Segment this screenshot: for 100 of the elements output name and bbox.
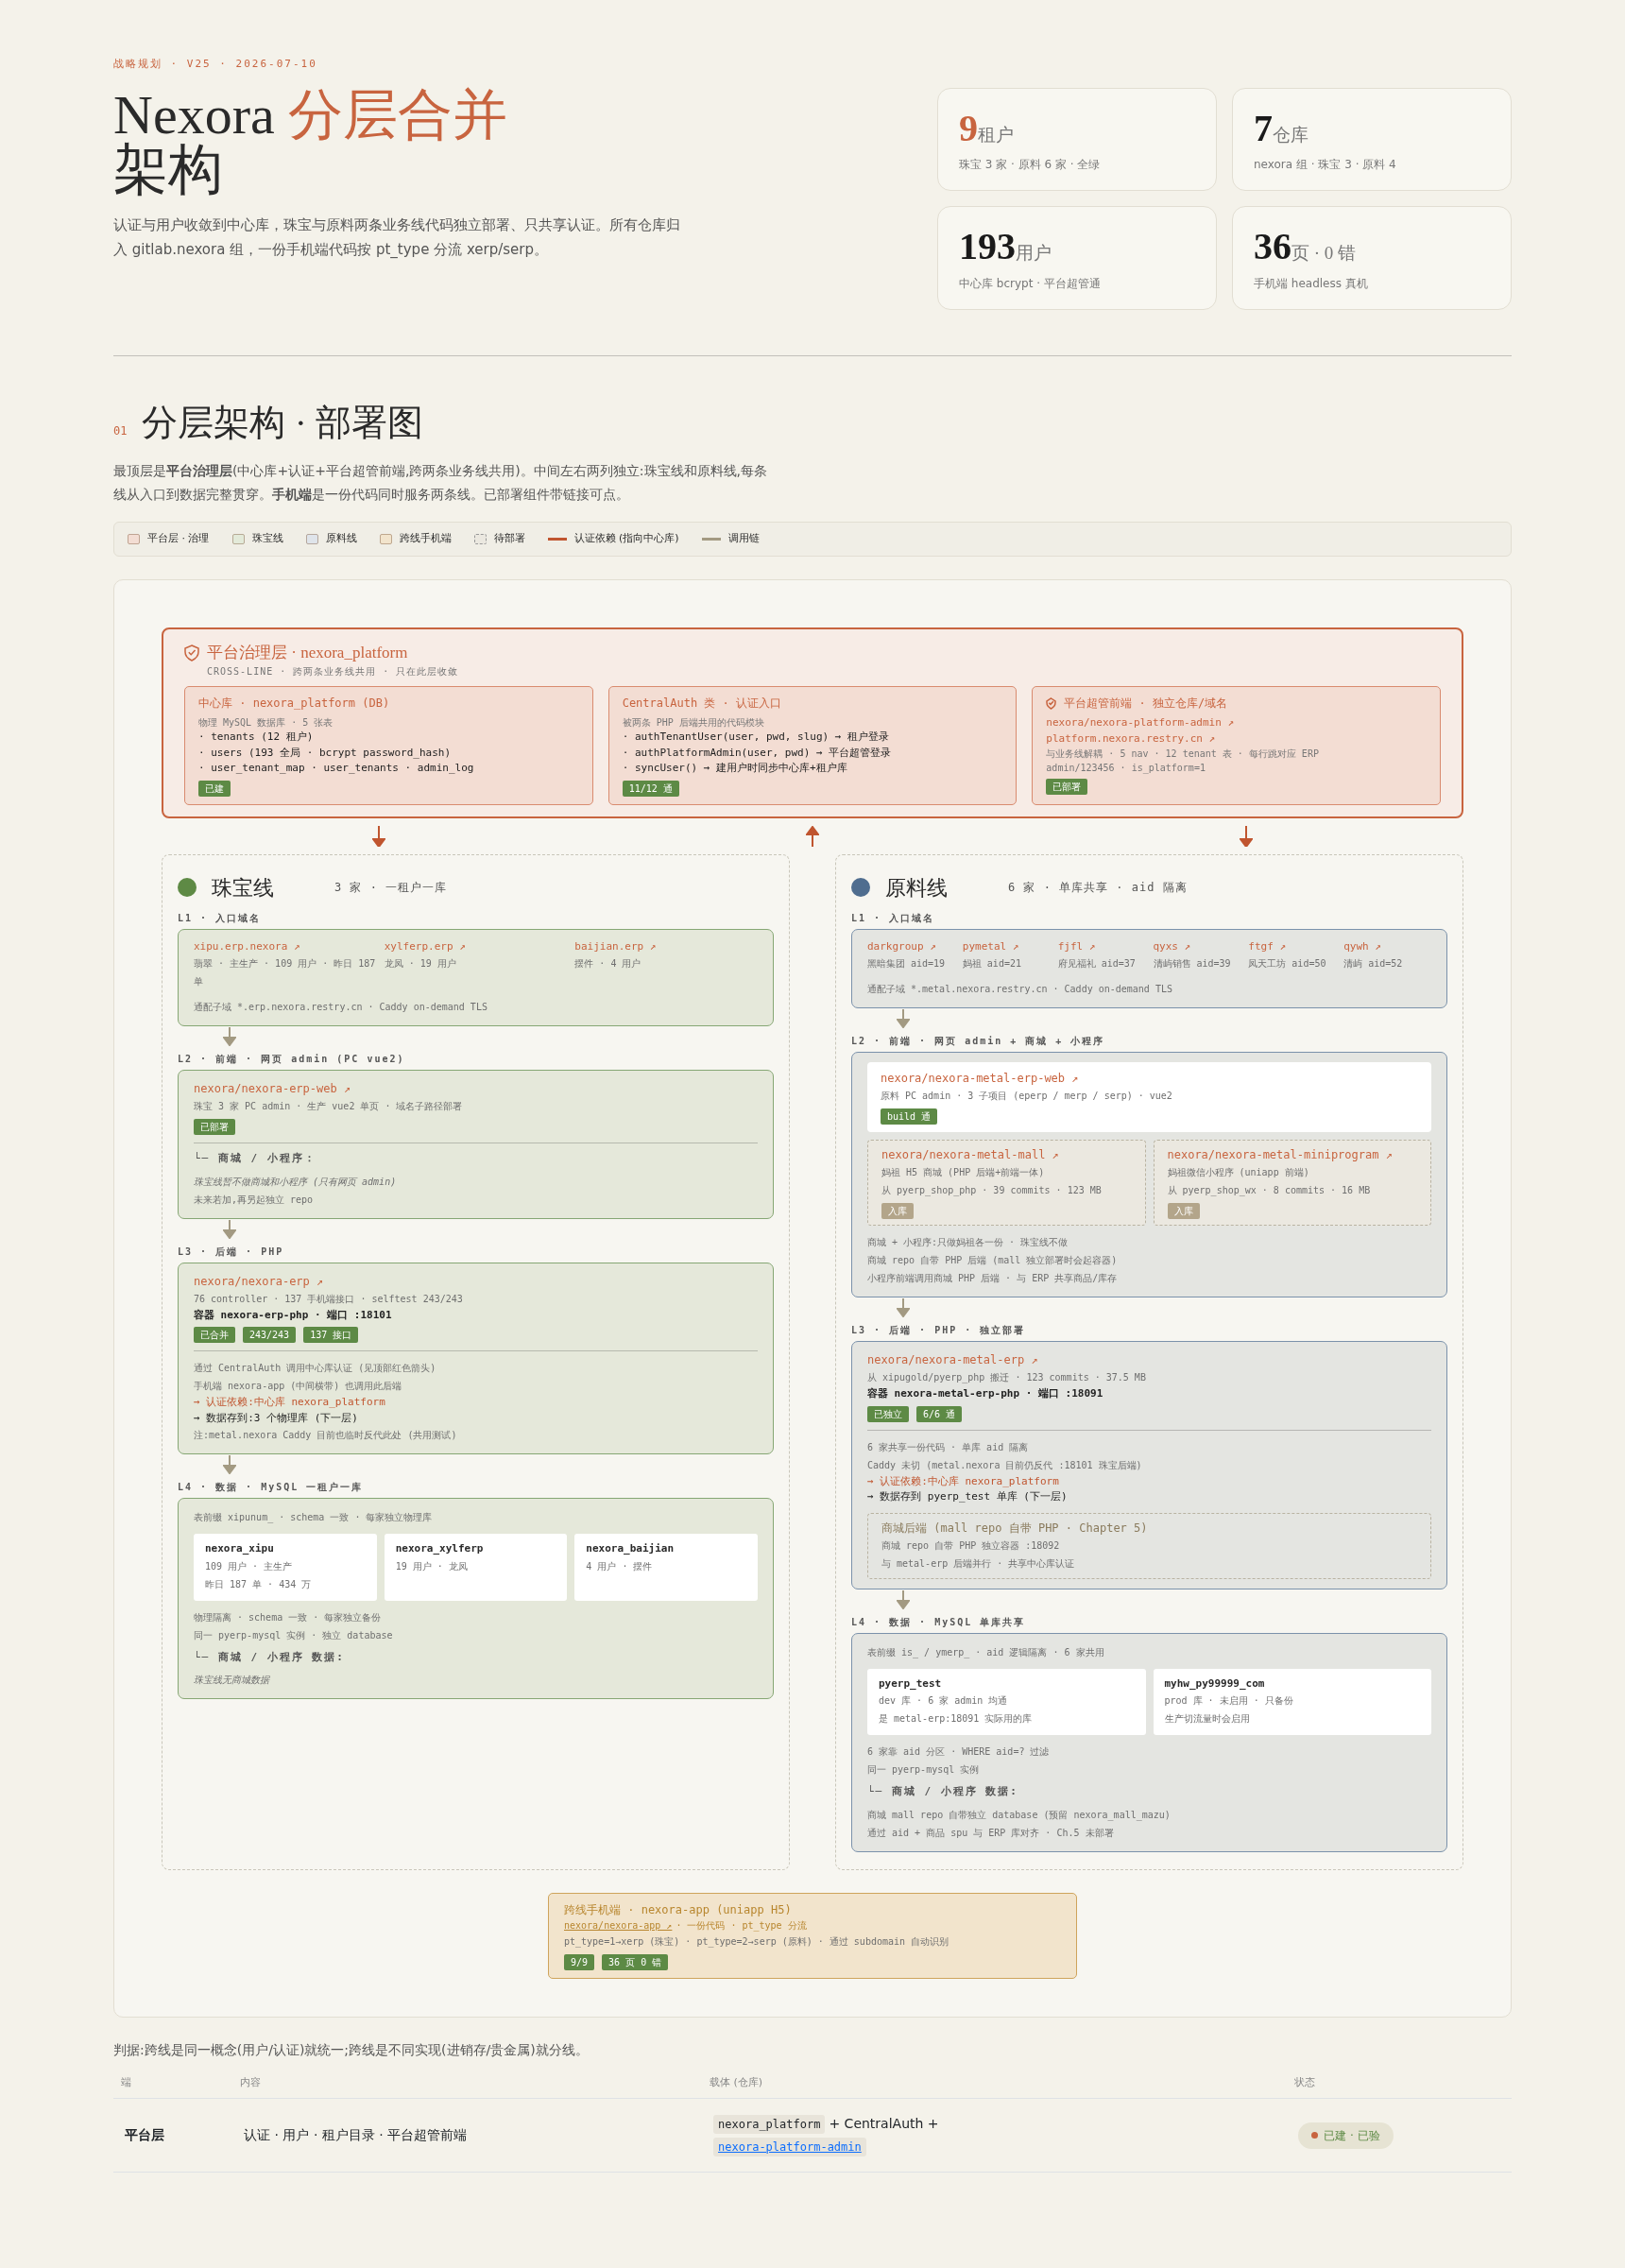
card-title: CentralAuth 类 · 认证入口: [622, 696, 782, 713]
repo-link[interactable]: nexora/nexora-app ↗: [564, 1917, 673, 1933]
note-text: 与 metal-erp 后端并行 · 共享中心库认证: [881, 1556, 1076, 1571]
status-tag: 36 页 0 错: [602, 1953, 669, 1970]
stat-unit: 仓库: [1273, 124, 1309, 145]
database-name: nexora_xipu: [205, 1541, 275, 1557]
layer-label: L4 · 数据 · MySQL 单库共享: [851, 1615, 1027, 1629]
subheading: └─ 商城 / 小程序：: [194, 1151, 317, 1167]
tenant-info: 府见福礼 aid=37: [1057, 957, 1137, 971]
container-info: 容器 nexora-erp-php · 端口 :18101: [194, 1307, 393, 1323]
domain-link[interactable]: fjfl ↗: [1057, 938, 1146, 955]
legend-label: 认证依赖 (指向中心库): [573, 531, 679, 547]
auth-arrow: [371, 825, 385, 847]
card-item: · syncUser() → 建用户时同步中心库+租户库: [622, 761, 848, 777]
domain-link[interactable]: darkgroup ↗: [867, 938, 955, 955]
legend-label: 平台层 · 治理: [147, 531, 210, 547]
domain-link[interactable]: xipu.erp.nexora ↗: [194, 938, 377, 955]
verdict-text: 判据:跨线是同一概念(用户/认证)就统一;跨线是不同实现(进销存/贵金属)就分线。: [113, 2040, 590, 2059]
repo-link[interactable]: platform.nexora.restry.cn ↗: [1046, 730, 1427, 747]
database-name: nexora_baijian: [586, 1541, 676, 1557]
data-note: → 数据存到 pyerp_test 单库 (下一层): [867, 1489, 1069, 1505]
repo-link[interactable]: nexora/nexora-metal-erp-web ↗: [881, 1070, 1418, 1088]
note-text: 表前缀 is_ / ymerp_ · aid 逻辑隔离 · 6 家共用: [867, 1645, 1105, 1660]
note-text: 同一 pyerp-mysql 实例 · 独立 database: [194, 1628, 394, 1642]
layer-label: L3 · 后端 · PHP: [178, 1245, 285, 1259]
column-header: 状态: [1287, 2067, 1512, 2099]
repo-link[interactable]: nexora-platform-admin: [713, 2138, 866, 2157]
repo-link[interactable]: nexora/nexora-metal-miniprogram ↗: [1167, 1146, 1417, 1164]
lane-title: 原料线: [885, 874, 948, 902]
card-item: · authPlatformAdmin(user, pwd) → 平台超管登录: [622, 745, 893, 761]
stat-value: 36: [1254, 225, 1291, 267]
repo-link[interactable]: nexora/nexora-metal-erp ↗: [867, 1351, 1431, 1369]
section-number: 01: [113, 422, 128, 439]
status-tag: build 通: [881, 1108, 938, 1125]
card-note: · 一份代码 · pt_type 分流: [676, 1918, 807, 1933]
stat-note: nexora 组 · 珠宝 3 · 原料 4: [1254, 157, 1397, 173]
stat-note: 中心库 bcrypt · 平台超管通: [959, 275, 1102, 292]
database-info: dev 库 · 6 家 admin 均通: [879, 1694, 1009, 1709]
card-item: · users (193 全局 · bcrypt password_hash): [198, 745, 453, 761]
auth-note: → 认证依赖:中心库 nexora_platform: [867, 1473, 1060, 1489]
database-info: 4 用户 · 摆件: [586, 1559, 654, 1573]
repo-link[interactable]: nexora/nexora-erp-web ↗: [194, 1080, 758, 1098]
note-text: 商城 + 小程序:只做妈祖各一份 · 珠宝线不做: [867, 1236, 1069, 1250]
database-name: nexora_xylferp: [395, 1541, 485, 1557]
code-tag: nexora_platform: [713, 2114, 826, 2134]
database-info: 109 用户 · 主生产: [205, 1559, 294, 1573]
status-tag: 入库: [881, 1203, 914, 1220]
status-tag: 9/9: [564, 1953, 595, 1970]
lane-title: 珠宝线: [212, 874, 274, 902]
lane-summary: 3 家 · 一租户一库: [334, 880, 448, 897]
subheading: └─ 商城 / 小程序 数据:: [867, 1784, 1019, 1800]
repo-note: 原料 PC admin · 3 子项目 (eperp / merp / serp) · vue2: [881, 1090, 1173, 1104]
database-info: 昨日 187 单 · 434 万: [205, 1577, 313, 1591]
column-header: 内容: [232, 2067, 703, 2099]
domain-link[interactable]: xylferp.erp ↗: [384, 938, 568, 955]
table-cell: 平台层: [113, 2098, 233, 2173]
note-text: 商城 mall repo 自带独立 database (预留 nexora_mall_mazu): [867, 1808, 1172, 1823]
shield-icon: [1046, 696, 1057, 710]
layer-label: L2 · 前端 · 网页 admin (PC vue2): [178, 1053, 406, 1067]
domain-link[interactable]: pymetal ↗: [962, 938, 1051, 955]
domain-link[interactable]: qyxs ↗: [1153, 938, 1241, 955]
stat-note: 手机端 headless 真机: [1254, 275, 1369, 292]
tenant-info: 妈祖 aid=21: [962, 957, 1022, 971]
auth-note: → 认证依赖:中心库 nexora_platform: [194, 1395, 386, 1411]
domain-link[interactable]: qywh ↗: [1343, 938, 1431, 955]
repo-link[interactable]: nexora/nexora-platform-admin ↗: [1046, 715, 1427, 731]
call-arrow: [897, 1298, 910, 1318]
repo-link[interactable]: nexora/nexora-metal-mall ↗: [881, 1146, 1132, 1164]
note-text: 通配子域 *.metal.nexora.restry.cn · Caddy on-demand TLS: [867, 983, 1173, 997]
status-tag: 入库: [1167, 1203, 1200, 1220]
legend-label: 跨线手机端: [399, 531, 452, 547]
container-info: 容器 nexora-metal-erp-php · 端口 :18091: [867, 1386, 1104, 1402]
card-note: 与业务线解耦 · 5 nav · 12 tenant 表 · 每行跳对应 ERP: [1046, 747, 1320, 762]
repo-note: 妈祖微信小程序 (uniapp 前端): [1167, 1166, 1310, 1180]
tenant-info: 摆件 · 4 用户: [574, 957, 642, 971]
status-tag: 已部署: [1046, 779, 1088, 796]
card-note: 物理 MySQL 数据库 · 5 张表: [198, 716, 334, 730]
stat-unit: 租户: [978, 124, 1014, 145]
domain-link[interactable]: ftgf ↗: [1248, 938, 1337, 955]
card-note: pt_type=1→xerp (珠宝) · pt_type=2→serp (原料) · 通过 subdomain 自动识别: [564, 1934, 950, 1950]
card-title: 平台超管前端 · 独立仓库/域名: [1064, 696, 1228, 713]
repo-note: 妈祖 H5 商城 (PHP 后端+前端一体): [881, 1166, 1046, 1180]
section-title: 分层架构 · 部署图: [142, 401, 424, 444]
box-title: 商城后端 (mall repo 自带 PHP · Chapter 5): [881, 1520, 1149, 1537]
stat-value: 193: [959, 225, 1016, 267]
column-header: 载体 (仓库): [702, 2067, 1288, 2099]
layer-subtitle: CROSS-LINE · 跨两条业务线共用 · 只在此层收敛: [207, 665, 460, 679]
call-arrow: [223, 1219, 236, 1239]
section-description: 最顶层是平台治理层(中心库+认证+平台超管前端,跨两条业务线共用)。中间左右两列独立:珠宝线和原料线,每条线从入口到数据完整贯穿。手机端是一份代码同时服务两条线。已部署组件带链接可点。: [113, 462, 768, 505]
domain-link[interactable]: baijian.erp ↗: [574, 938, 758, 955]
database-info: 19 用户 · 龙凤: [395, 1559, 469, 1573]
stat-note: 珠宝 3 家 · 原料 6 家 · 全绿: [959, 157, 1102, 173]
status-tag: 已合并: [194, 1327, 235, 1344]
status-text: 已建 · 已验: [1324, 2127, 1380, 2144]
status-tag: 已部署: [194, 1119, 235, 1136]
repo-link[interactable]: nexora/nexora-erp ↗: [194, 1272, 758, 1290]
intro-text: 认证与用户收敛到中心库，珠宝与原料两条业务线代码独立部署、只共享认证。所有仓库归入 gitlab.nexora 组，一份手机端代码按 pt_type 分流 xerp/serp。: [113, 215, 680, 260]
status-tag: 11/12 通: [622, 780, 679, 797]
legend-label: 待部署: [493, 531, 525, 547]
note-text: 小程序前端调用商城 PHP 后端 · 与 ERP 共享商品/库存: [867, 1272, 1119, 1286]
